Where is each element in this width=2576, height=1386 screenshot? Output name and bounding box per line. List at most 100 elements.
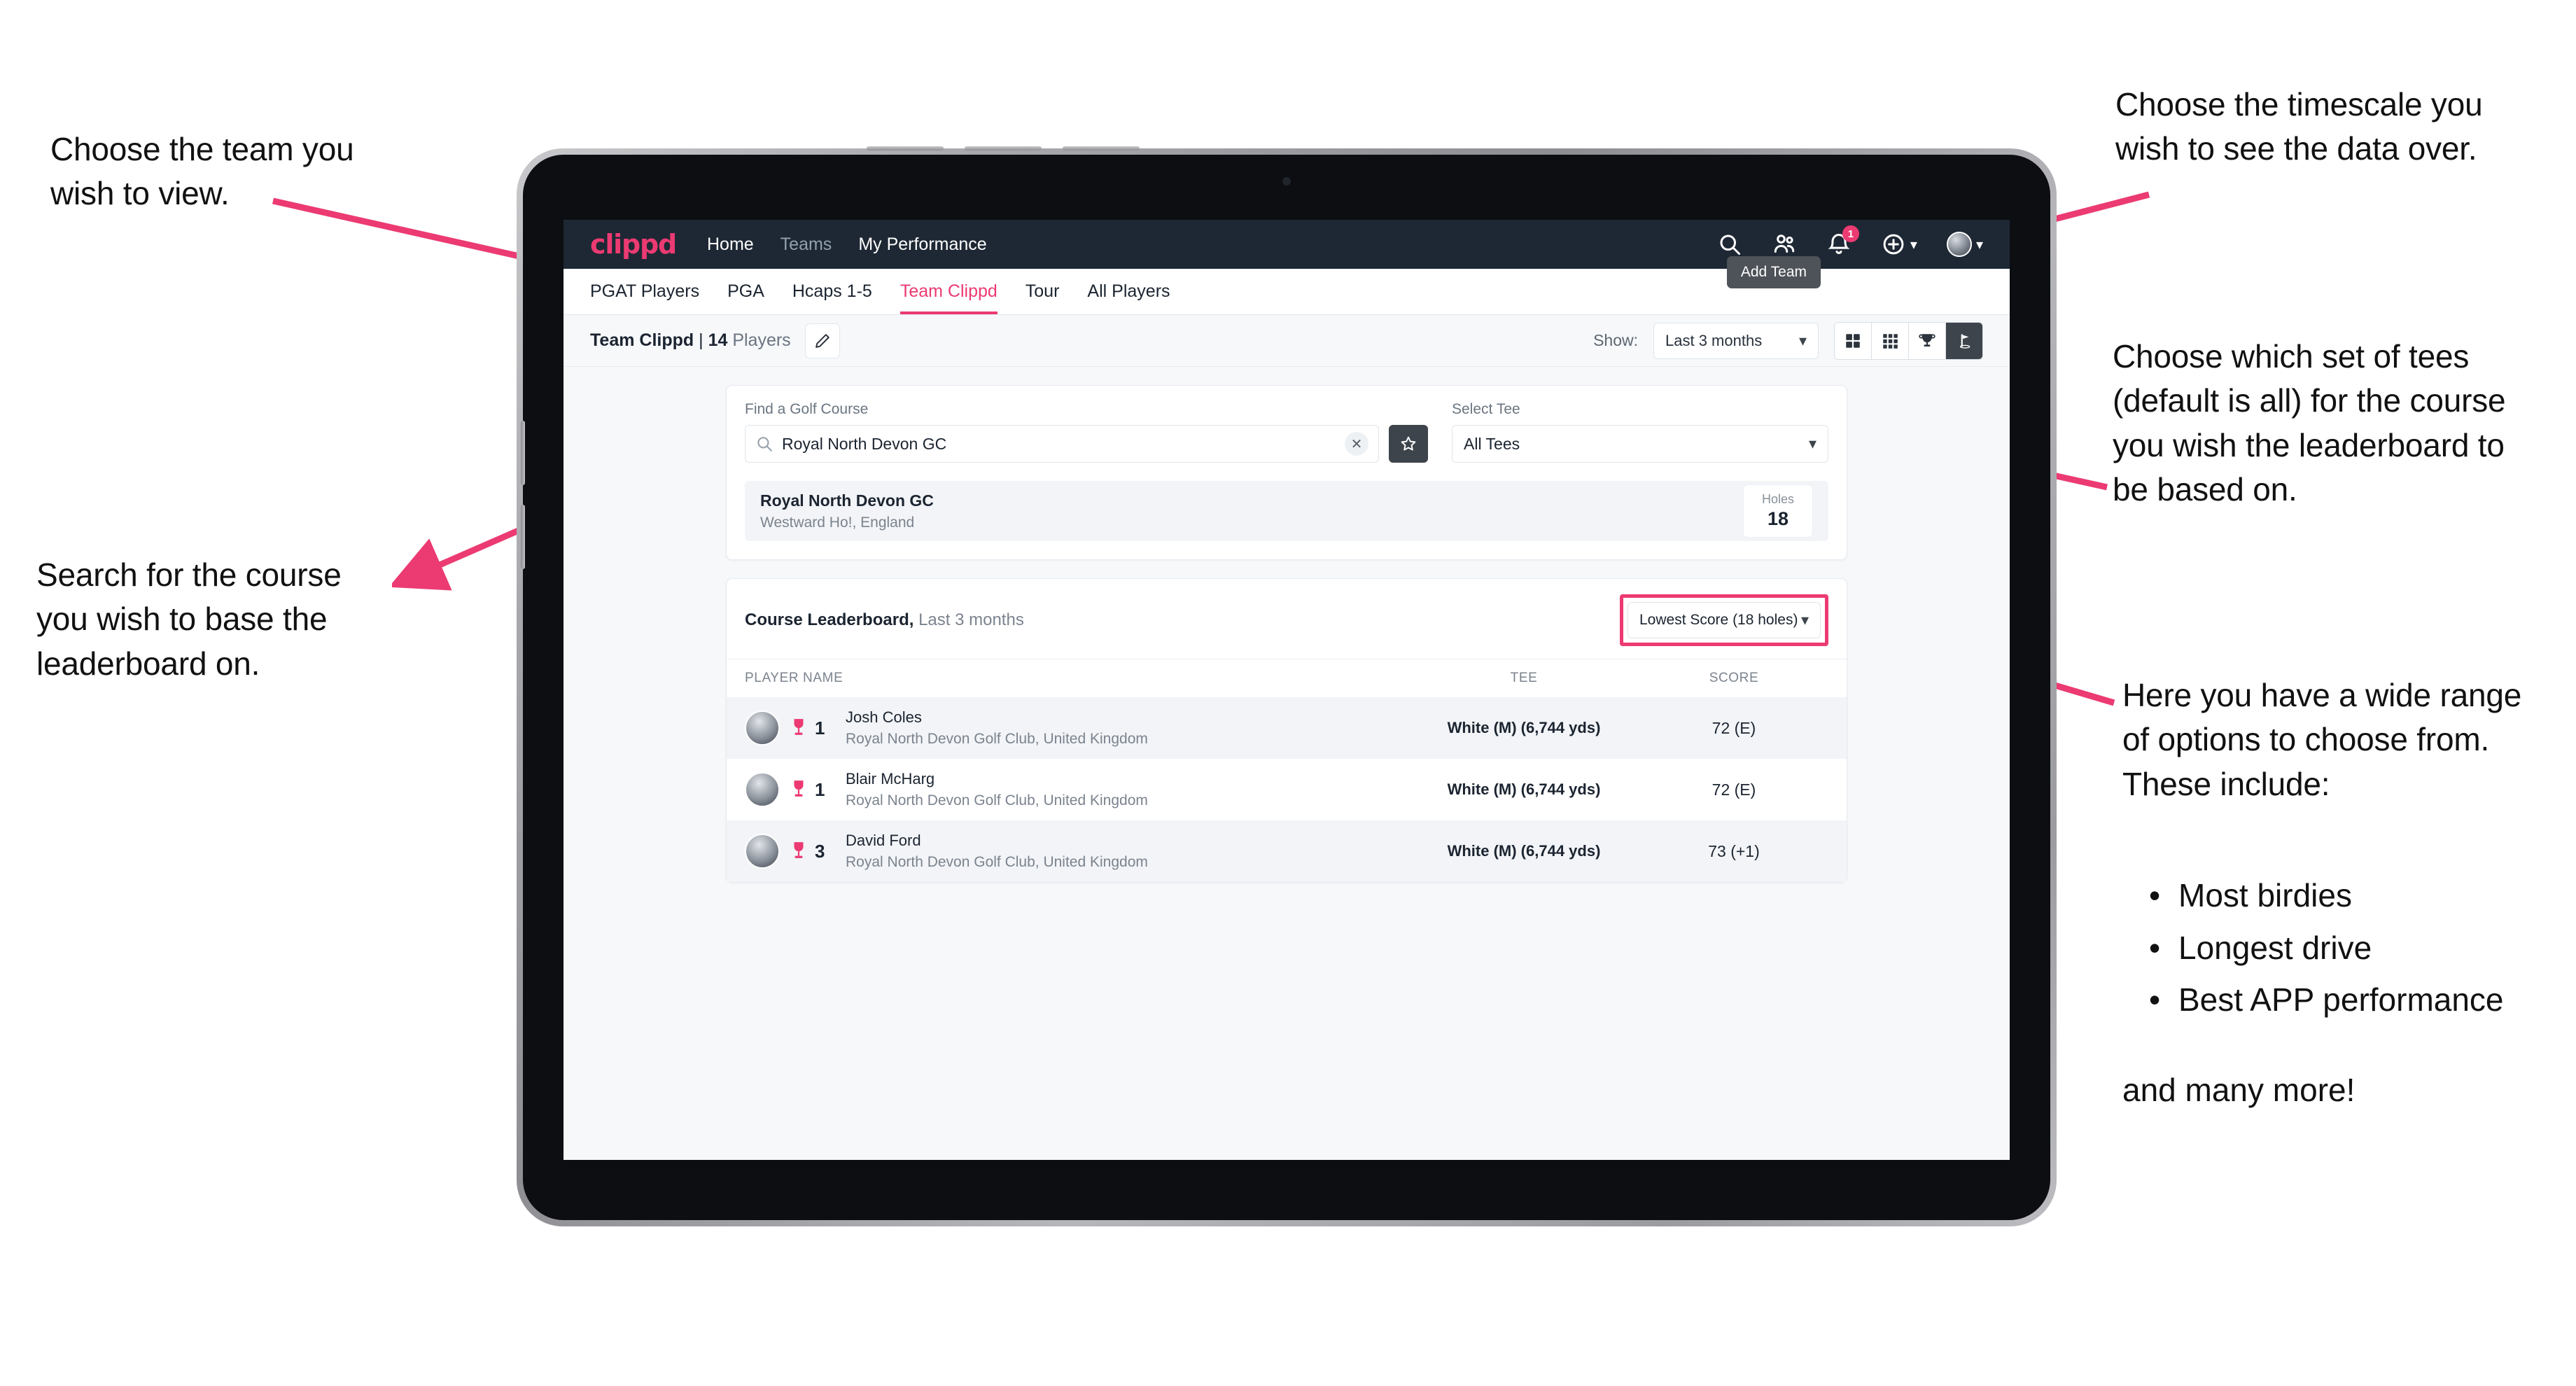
annotation-search: Search for the course you wish to base t… bbox=[36, 556, 342, 682]
annotation-options-outro: and many more! bbox=[2122, 1072, 2356, 1108]
trophy-icon[interactable] bbox=[1909, 322, 1946, 359]
column-player-name: PLAYER NAME bbox=[745, 671, 844, 685]
player-cell: 1 Blair McHarg Royal North Devon Golf Cl… bbox=[745, 770, 1408, 809]
nav-link-my-performance[interactable]: My Performance bbox=[858, 234, 986, 255]
device-side-button bbox=[521, 421, 525, 485]
list-item: • Longest drive bbox=[2149, 926, 2576, 970]
list-item-label: Best APP performance bbox=[2178, 981, 2504, 1018]
nav-link-home[interactable]: Home bbox=[707, 234, 754, 255]
tab-all-players[interactable]: All Players bbox=[1087, 281, 1170, 314]
player-club: Royal North Devon Golf Club, United King… bbox=[846, 731, 1148, 747]
star-icon[interactable] bbox=[1389, 425, 1428, 463]
bullet-glyph: • bbox=[2149, 877, 2161, 913]
holes-label: Holes bbox=[1761, 492, 1795, 506]
annotation-options-list: • Most birdies • Longest drive • Best APP p… bbox=[2149, 874, 2576, 1030]
player-meta: Blair McHarg Royal North Devon Golf Club… bbox=[846, 770, 1148, 809]
app-screen: clippd Home Teams My Performance 1 ▾ ▾ P… bbox=[564, 220, 2010, 1160]
device-top-button bbox=[1063, 146, 1140, 150]
player-count: 14 bbox=[708, 330, 728, 350]
leaderboard-sort-highlight: Lowest Score (18 holes) ▾ bbox=[1620, 594, 1828, 646]
annotation-team: Choose the team you wish to view. bbox=[50, 131, 354, 212]
tee-value: White (M) (6,744 yds) bbox=[1447, 842, 1601, 860]
nav-link-teams[interactable]: Teams bbox=[780, 234, 832, 255]
device-screen-bezel: clippd Home Teams My Performance 1 ▾ ▾ P… bbox=[521, 155, 2050, 1220]
nav-actions: 1 ▾ ▾ bbox=[1717, 225, 1983, 257]
rank-value: 1 bbox=[815, 717, 825, 738]
avatar bbox=[745, 834, 780, 869]
chevron-down-icon[interactable]: ▾ bbox=[1910, 236, 1917, 253]
leaderboard-sort-value: Lowest Score (18 holes) bbox=[1639, 612, 1798, 628]
tab-team-clippd[interactable]: Team Clippd bbox=[899, 281, 997, 314]
chevron-down-icon[interactable]: ▾ bbox=[1976, 236, 1983, 253]
clear-icon[interactable]: ✕ bbox=[1345, 432, 1368, 456]
leaderboard-header: Course Leaderboard, Last 3 months Lowest… bbox=[727, 579, 1847, 659]
tee-field-label: Select Tee bbox=[1452, 401, 1520, 417]
table-row[interactable]: 1 Josh Coles Royal North Devon Golf Club… bbox=[727, 697, 1847, 759]
team-name: Team Clippd bbox=[590, 330, 694, 350]
tee-field: Select Tee All Tees ▾ bbox=[1452, 401, 1828, 463]
panel-spacer bbox=[727, 541, 1847, 559]
grid-small-icon[interactable] bbox=[1872, 322, 1909, 359]
tab-tour[interactable]: Tour bbox=[1026, 281, 1060, 314]
clippd-logo[interactable]: clippd bbox=[590, 229, 677, 260]
list-item: • Most birdies bbox=[2149, 874, 2576, 918]
rank-value: 1 bbox=[815, 778, 825, 800]
tab-hcaps-1-5[interactable]: Hcaps 1-5 bbox=[792, 281, 872, 314]
avatar bbox=[745, 772, 780, 807]
tee-select[interactable]: All Tees ▾ bbox=[1452, 425, 1828, 463]
pencil-icon[interactable] bbox=[804, 323, 840, 358]
course-result-text: Royal North Devon GC Westward Ho!, Engla… bbox=[760, 491, 934, 531]
tee-select-value: All Tees bbox=[1464, 434, 1520, 453]
player-club: Royal North Devon Golf Club, United King… bbox=[846, 792, 1148, 808]
table-row[interactable]: 3 David Ford Royal North Devon Golf Club… bbox=[727, 820, 1847, 882]
bell-icon[interactable]: 1 bbox=[1826, 225, 1859, 257]
leaderboard-sort-select[interactable]: Lowest Score (18 holes) ▾ bbox=[1628, 602, 1821, 638]
main-content: Find a Golf Course Royal North Devon GC … bbox=[564, 367, 2010, 883]
player-meta: Josh Coles Royal North Devon Golf Club, … bbox=[846, 708, 1148, 748]
annotation-tees: Choose which set of tees (default is all… bbox=[2113, 338, 2506, 508]
course-name: Royal North Devon GC bbox=[760, 491, 934, 510]
tee-value: White (M) (6,744 yds) bbox=[1447, 719, 1601, 736]
list-item-label: Longest drive bbox=[2178, 929, 2372, 966]
list-item: • Best APP performance bbox=[2149, 978, 2576, 1022]
primary-nav: Home Teams My Performance bbox=[707, 234, 987, 255]
trophy-icon bbox=[790, 718, 808, 738]
course-result-row[interactable]: Royal North Devon GC Westward Ho!, Engla… bbox=[745, 481, 1828, 541]
people-icon[interactable] bbox=[1772, 232, 1797, 257]
slide-canvas: Choose the team you wish to view. Search… bbox=[0, 0, 2576, 1386]
trophy-icon bbox=[790, 841, 808, 862]
device-side-button bbox=[521, 505, 525, 569]
account-menu[interactable]: ▾ bbox=[1946, 232, 1983, 257]
course-search-fields: Find a Golf Course Royal North Devon GC … bbox=[727, 386, 1847, 481]
course-search-panel: Find a Golf Course Royal North Devon GC … bbox=[726, 385, 1847, 560]
player-cell: 1 Josh Coles Royal North Devon Golf Club… bbox=[745, 708, 1408, 748]
team-tabs: PGAT Players PGA Hcaps 1-5 Team Clippd T… bbox=[564, 256, 2010, 315]
team-separator: | bbox=[694, 330, 708, 350]
score-value: 72 (E) bbox=[1712, 718, 1756, 737]
column-tee: TEE bbox=[1510, 671, 1538, 685]
player-name: Blair McHarg bbox=[846, 770, 935, 788]
add-team-tooltip: Add Team bbox=[1726, 256, 1821, 288]
golf-flag-icon[interactable] bbox=[1946, 322, 1982, 359]
avatar[interactable] bbox=[1946, 232, 1972, 257]
leaderboard-table-header: PLAYER NAME TEE SCORE bbox=[727, 659, 1847, 697]
players-word: Players bbox=[727, 330, 791, 350]
table-row[interactable]: 1 Blair McHarg Royal North Devon Golf Cl… bbox=[727, 759, 1847, 820]
grid-large-icon[interactable] bbox=[1835, 322, 1872, 359]
score-value: 73 (+1) bbox=[1708, 841, 1760, 860]
add-menu[interactable]: ▾ bbox=[1881, 232, 1917, 257]
tab-pga[interactable]: PGA bbox=[727, 281, 764, 314]
trophy-icon bbox=[790, 779, 808, 800]
bullet-glyph: • bbox=[2149, 929, 2161, 966]
avatar bbox=[745, 710, 780, 746]
toolbar-right: Show: Last 3 months ▾ bbox=[1593, 321, 1983, 360]
timescale-select[interactable]: Last 3 months ▾ bbox=[1653, 322, 1819, 359]
search-icon[interactable] bbox=[1717, 232, 1742, 257]
plus-circle-icon[interactable] bbox=[1881, 232, 1906, 257]
tab-pgat-players[interactable]: PGAT Players bbox=[590, 281, 699, 314]
search-input[interactable]: Royal North Devon GC ✕ bbox=[745, 425, 1379, 463]
annotation-options-intro: Here you have a wide range of options to… bbox=[2122, 677, 2522, 802]
column-score: SCORE bbox=[1709, 671, 1759, 685]
team-toolbar: Team Clippd | 14 Players Show: Last 3 mo… bbox=[564, 315, 2010, 367]
tablet-device: clippd Home Teams My Performance 1 ▾ ▾ P… bbox=[517, 146, 2057, 1226]
